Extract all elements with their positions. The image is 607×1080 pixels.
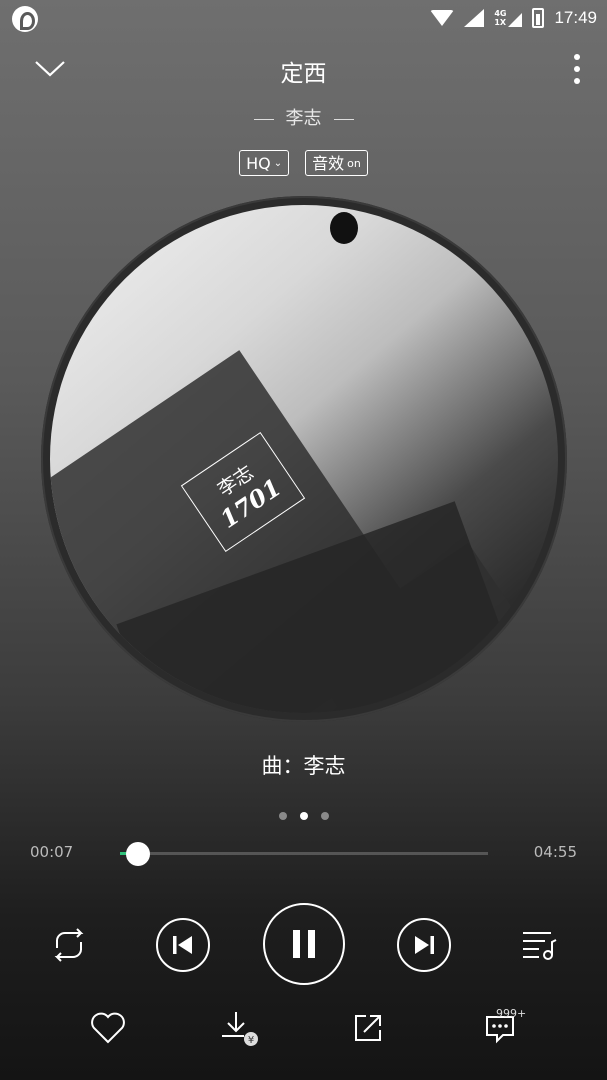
next-button[interactable] — [397, 918, 451, 972]
signal-icon — [464, 9, 485, 27]
network-type: 4G — [494, 9, 507, 18]
download-button[interactable]: ¥ — [220, 1008, 260, 1048]
skip-next-icon — [415, 936, 434, 954]
quality-badge[interactable]: HQ ⌄ — [239, 150, 290, 176]
page-dot-active — [299, 812, 308, 820]
previous-button[interactable] — [156, 918, 210, 972]
progress-knob[interactable] — [125, 842, 150, 866]
fly-image — [330, 212, 358, 244]
page-indicator — [0, 812, 607, 820]
artist-row[interactable]: 李志 — [0, 104, 607, 130]
status-indicators: 4G 1X 17:49 — [430, 6, 597, 30]
like-button[interactable] — [88, 1008, 128, 1048]
status-time: 17:49 — [554, 8, 597, 27]
badge-row: HQ ⌄ 音效 on — [0, 150, 607, 176]
more-vertical-icon — [574, 54, 580, 60]
battery-icon — [532, 8, 545, 28]
repeat-button[interactable] — [48, 926, 90, 964]
quality-label: HQ — [246, 153, 271, 173]
effect-state: on — [347, 156, 361, 170]
playlist-button[interactable] — [520, 928, 558, 962]
status-bar: 4G 1X 17:49 — [0, 0, 607, 36]
wifi-icon — [430, 10, 455, 26]
chevron-down-icon: ⌄ — [273, 157, 283, 169]
share-icon — [355, 1015, 381, 1041]
repeat-icon — [54, 928, 84, 962]
album-cover[interactable] — [50, 205, 558, 713]
more-options-button[interactable] — [571, 54, 583, 84]
pause-icon — [293, 930, 315, 958]
artist-name: 李志 — [285, 108, 322, 129]
heart-icon — [91, 1012, 125, 1044]
page-dot — [278, 812, 287, 820]
page-dot — [320, 812, 329, 820]
sound-effect-badge[interactable]: 音效 on — [305, 150, 368, 176]
skip-previous-icon — [173, 936, 192, 954]
playlist-icon — [523, 932, 557, 960]
composer-credit: 曲：李志 — [261, 754, 346, 778]
pause-button[interactable] — [263, 903, 345, 985]
comment-count: 999+ — [496, 1007, 527, 1020]
signal-icon-secondary — [508, 13, 523, 27]
elapsed-time: 00:07 — [30, 843, 74, 861]
app-logo-icon — [12, 6, 38, 32]
network-indicator: 4G 1X — [494, 9, 523, 27]
network-subtype: 1X — [494, 18, 507, 27]
song-title: 定西 — [280, 61, 327, 87]
effect-label: 音效 — [312, 153, 345, 173]
progress-bar[interactable] — [120, 842, 488, 866]
download-paid-icon: ¥ — [222, 1012, 258, 1046]
svg-text:¥: ¥ — [248, 1035, 254, 1046]
total-time: 04:55 — [533, 843, 577, 861]
share-button[interactable] — [348, 1008, 388, 1048]
